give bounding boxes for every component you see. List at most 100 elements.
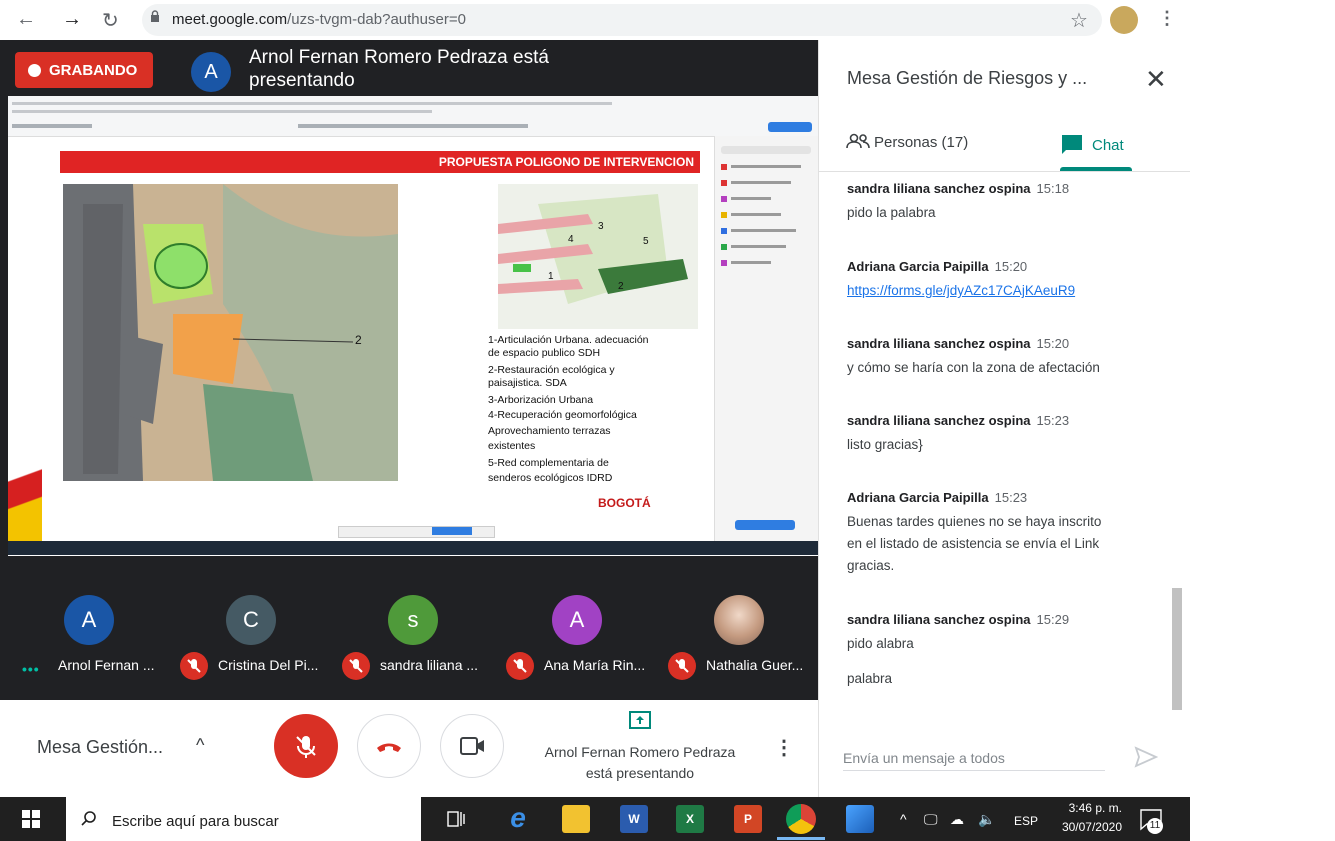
chat-text: palabra — [847, 671, 893, 686]
back-icon[interactable]: ← — [16, 8, 36, 31]
participant-name: Arnol Fernan ... — [58, 657, 155, 673]
tab-chat[interactable]: Chat — [1060, 133, 1124, 155]
chat-input-underline — [843, 770, 1105, 771]
chat-time: 15:23 — [994, 490, 1028, 505]
mic-toggle-button[interactable] — [274, 714, 338, 778]
legend-line: 3-Arborización Urbana — [488, 394, 594, 406]
participant-tile[interactable]: Nathalia Guer... — [668, 595, 830, 695]
svg-text:3: 3 — [598, 221, 604, 232]
presenting-name: Arnol Fernan Romero Pedraza — [544, 744, 736, 760]
powerpoint-icon[interactable]: P — [734, 805, 762, 833]
presenting-status[interactable]: Arnol Fernan Romero Pedraza está present… — [520, 742, 760, 784]
chat-sender: sandra liliana sanchez ospina 15:29 — [847, 612, 1070, 627]
mic-off-icon — [342, 652, 370, 680]
participant-avatar: s — [388, 595, 438, 645]
chat-sender: sandra liliana sanchez ospina 15:18 — [847, 181, 1070, 196]
map-right-image: 4 3 5 1 2 — [498, 184, 698, 329]
chat-message: sandra liliana sanchez ospina 15:20 y cóm… — [847, 336, 1147, 379]
chat-time: 15:20 — [1036, 336, 1070, 351]
windows-start-icon[interactable] — [22, 810, 40, 828]
cloud-icon[interactable]: ☁ — [950, 811, 964, 828]
chat-text: y cómo se haría con la zona de afectació… — [847, 360, 1100, 375]
chevron-up-icon[interactable]: ^ — [196, 735, 204, 756]
participant-tile[interactable]: A Ana María Rin... — [506, 595, 668, 695]
meeting-details-button[interactable]: Mesa Gestión... — [37, 737, 163, 758]
svg-text:2: 2 — [618, 281, 624, 292]
clock-date[interactable]: 30/07/2020 — [1052, 820, 1122, 834]
edge-icon[interactable]: e — [504, 804, 532, 833]
legend-line: paisajistica. SDA — [488, 377, 567, 389]
participant-tile[interactable]: C Cristina Del Pi... — [180, 595, 342, 695]
tray-chevron-up-icon[interactable]: ^ — [900, 811, 907, 827]
shared-screen: PROPUESTA POLIGONO DE INTERVENCION 2 4 3… — [8, 96, 818, 556]
more-options-icon[interactable]: ⋮ — [774, 735, 794, 759]
participant-name: Ana María Rin... — [544, 657, 646, 673]
input-language[interactable]: ESP — [1014, 814, 1038, 828]
chat-message: sandra liliana sanchez ospina 15:23 listo… — [847, 413, 1147, 456]
chat-sender: Adriana Garcia Paipilla 15:23 — [847, 490, 1028, 505]
star-icon[interactable]: ☆ — [1070, 8, 1088, 33]
clock-time[interactable]: 3:46 p. m. — [1052, 801, 1122, 815]
camera-toggle-button[interactable] — [440, 714, 504, 778]
photos-icon[interactable] — [846, 805, 874, 833]
chrome-icon[interactable] — [786, 804, 816, 834]
participant-avatar: A — [552, 595, 602, 645]
excel-icon[interactable]: X — [676, 805, 704, 833]
chat-input[interactable]: Envía un mensaje a todos — [843, 750, 1005, 766]
shared-pdf-tools-panel — [714, 136, 818, 551]
chat-sender: sandra liliana sanchez ospina 15:20 — [847, 336, 1070, 351]
map-left-label: 2 — [355, 333, 362, 347]
chat-text: pido la palabra — [847, 205, 936, 220]
notifications-icon[interactable]: 11 — [1138, 806, 1164, 834]
tab-chat-label: Chat — [1092, 137, 1124, 154]
chat-text: pido alabra — [847, 636, 914, 651]
file-explorer-icon[interactable] — [562, 805, 590, 833]
participant-name: sandra liliana ... — [380, 657, 479, 673]
participant-photo — [714, 595, 764, 645]
chat-text: Buenas tardes quienes no se haya inscrit… — [847, 514, 1102, 573]
panel-title: Mesa Gestión de Riesgos y ... — [847, 68, 1088, 88]
mic-off-icon — [506, 652, 534, 680]
hangup-button[interactable] — [357, 714, 421, 778]
close-icon[interactable]: ✕ — [1145, 64, 1167, 95]
mic-off-icon — [296, 736, 316, 758]
participant-tile[interactable]: A ••• Arnol Fernan ... — [22, 595, 198, 695]
participant-name: Nathalia Guer... — [706, 657, 804, 673]
svg-text:4: 4 — [568, 234, 574, 245]
chat-message: Adriana Garcia Paipilla 15:20 https://for… — [847, 259, 1147, 302]
word-icon[interactable]: W — [620, 805, 648, 833]
legend-line: 1-Articulación Urbana. adecuación — [488, 334, 649, 346]
network-icon[interactable]: 🖵 — [924, 811, 938, 828]
legend-line: 2-Restauración ecológica y — [488, 364, 615, 376]
browser-menu-icon[interactable]: ⋮ — [1158, 8, 1176, 29]
phone-hangup-icon — [377, 743, 401, 752]
send-icon[interactable] — [1134, 746, 1158, 768]
chat-message: sandra liliana sanchez ospina 15:29 pido … — [847, 612, 1147, 655]
lock-icon — [151, 10, 159, 22]
task-view-icon[interactable] — [446, 809, 466, 829]
tab-people-label: Personas (17) — [874, 134, 969, 151]
tab-people[interactable]: Personas (17) — [846, 133, 968, 151]
reload-icon[interactable]: ↻ — [102, 8, 119, 33]
slide-title: PROPUESTA POLIGONO DE INTERVENCION — [60, 151, 700, 173]
chat-text: listo gracias} — [847, 437, 923, 452]
participant-tile[interactable]: s sandra liliana ... — [342, 595, 504, 695]
camera-icon — [460, 737, 484, 755]
presenter-avatar: A — [191, 52, 231, 92]
chat-message: Adriana Garcia Paipilla 15:23 Buenas tard… — [847, 490, 1147, 577]
legend-line: senderos ecológicos IDRD — [488, 472, 613, 484]
profile-avatar[interactable] — [1110, 6, 1138, 34]
volume-icon[interactable]: 🔈 — [978, 811, 995, 828]
active-app-indicator — [777, 837, 825, 840]
chat-message: sandra liliana sanchez ospina 15:18 pido … — [847, 181, 1147, 224]
forward-icon[interactable]: → — [62, 8, 82, 31]
chat-time: 15:18 — [1036, 181, 1070, 196]
chat-scrollbar[interactable] — [1172, 588, 1182, 710]
chat-icon — [1062, 135, 1082, 154]
participant-avatar: C — [226, 595, 276, 645]
present-screen-icon[interactable] — [629, 711, 651, 729]
chat-link[interactable]: https://forms.gle/jdyAZc17CAjKAeuR9 — [847, 283, 1075, 298]
recording-label: GRABANDO — [49, 62, 138, 79]
url-text: meet.google.com/uzs-tvgm-dab?authuser=0 — [172, 11, 466, 28]
presenter-caption: Arnol Fernan Romero Pedraza está present… — [249, 47, 549, 91]
